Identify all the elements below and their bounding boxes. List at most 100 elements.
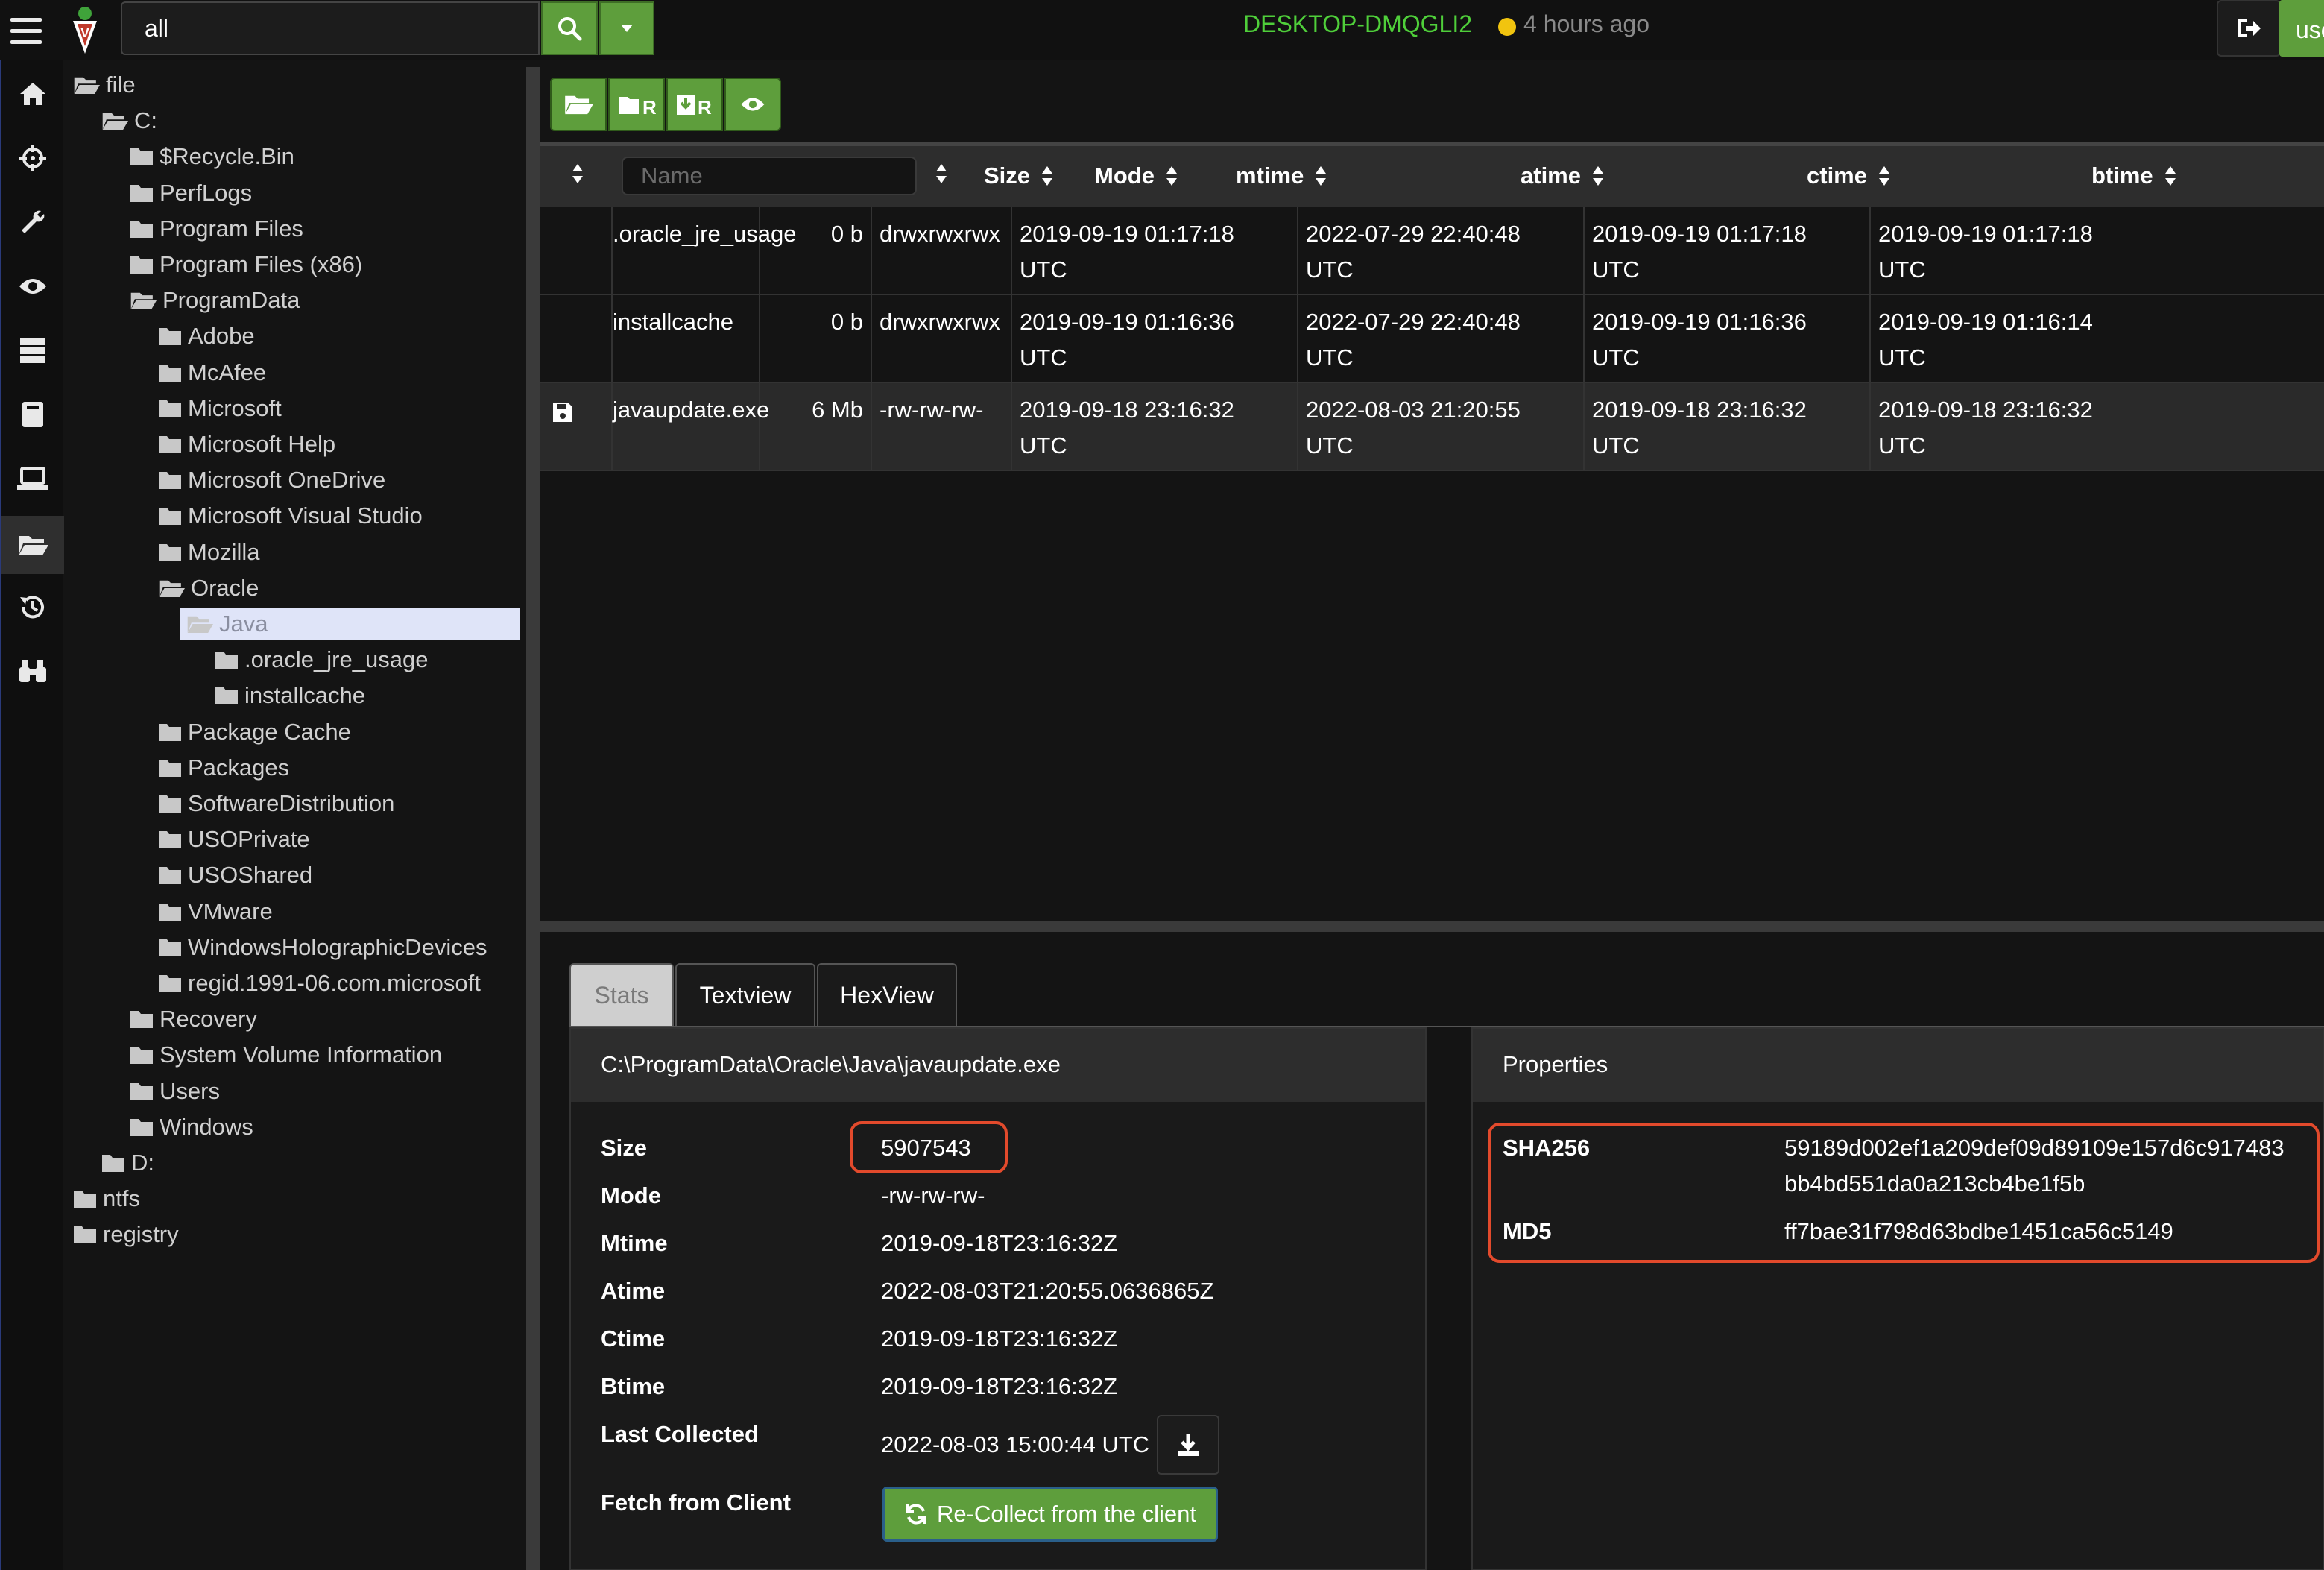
folder-icon: [130, 1119, 153, 1136]
tree-node[interactable]: file: [73, 69, 136, 101]
tree-node[interactable]: Microsoft: [158, 392, 282, 425]
stat-label-ctime: Ctime: [601, 1325, 666, 1352]
eye-icon[interactable]: [12, 265, 54, 307]
tree-node[interactable]: ntfs: [73, 1182, 140, 1215]
view-details-button[interactable]: [724, 78, 781, 131]
tree-node[interactable]: Program Files (x86): [130, 248, 362, 281]
btime-cell: 2019-09-18 23:16:32 UTC: [1871, 383, 2324, 470]
top-navbar: V DESKTOP-DMQGLI2 4 hours ago user: [0, 0, 2324, 60]
column-header-mode[interactable]: Mode: [1094, 163, 1178, 189]
stats-panel: C:\ProgramData\Oracle\Java\javaupdate.ex…: [569, 1027, 1427, 1570]
file-table-header: Size Mode mtime atime ctime btime: [540, 142, 2324, 207]
refresh-directory-button[interactable]: R: [608, 78, 665, 131]
recursive-download-button[interactable]: R: [666, 78, 723, 131]
panel-splitter[interactable]: [540, 921, 2324, 932]
atime-date: 2022-08-03 21:20:55: [1306, 397, 1521, 423]
table-row-selected[interactable]: javaupdate.exe 6 Mb -rw-rw-rw- 2019-09-1…: [540, 383, 2324, 471]
name-filter-input[interactable]: [622, 157, 917, 195]
tree-node[interactable]: WindowsHolographicDevices: [158, 931, 487, 964]
stat-label-atime: Atime: [601, 1278, 666, 1304]
sort-icon: [936, 164, 947, 183]
folder-open-icon[interactable]: [1, 516, 64, 574]
tree-node[interactable]: Microsoft Visual Studio: [158, 499, 423, 532]
tree-node[interactable]: Recovery: [130, 1003, 257, 1035]
tree-node-label: registry: [103, 1221, 179, 1247]
tree-node[interactable]: McAfee: [158, 356, 266, 389]
recollect-label: Re-Collect from the client: [936, 1501, 1196, 1527]
tree-node-label: Microsoft OneDrive: [188, 467, 386, 493]
sort-icon-column[interactable]: [571, 163, 584, 185]
recollect-button[interactable]: Re-Collect from the client: [882, 1487, 1218, 1542]
tree-node[interactable]: Users: [130, 1075, 220, 1108]
folder-open-icon: [74, 77, 100, 94]
caret-down-icon: [621, 25, 633, 32]
folder-icon: [130, 256, 153, 274]
tree-node-label: USOPrivate: [188, 826, 310, 852]
home-icon[interactable]: [12, 73, 54, 115]
tree-node[interactable]: Adobe: [158, 320, 255, 353]
sort-name-button[interactable]: [935, 163, 948, 185]
tree-node[interactable]: Windows: [130, 1111, 253, 1144]
md5-value: ff7bae31f798d63bdbe1451ca56c5149: [1784, 1218, 2173, 1244]
column-header-size[interactable]: Size: [984, 163, 1054, 189]
tree-splitter[interactable]: [526, 67, 540, 1570]
tree-node[interactable]: C:: [101, 104, 157, 137]
column-header-mtime[interactable]: mtime: [1236, 163, 1327, 189]
sign-out-icon: [2238, 19, 2261, 37]
tree-node[interactable]: .oracle_jre_usage: [215, 643, 428, 676]
download-button[interactable]: [1157, 1415, 1219, 1475]
tree-node[interactable]: Program Files: [130, 212, 303, 245]
tab-hexview[interactable]: HexView: [817, 963, 957, 1026]
book-icon[interactable]: [12, 394, 54, 435]
search-options-dropdown[interactable]: [599, 1, 654, 55]
tree-node[interactable]: Oracle: [158, 572, 259, 605]
tree-node[interactable]: Microsoft Help: [158, 428, 335, 461]
user-menu-button[interactable]: user: [2279, 0, 2324, 57]
tree-node[interactable]: VMware: [158, 895, 273, 928]
laptop-icon[interactable]: [12, 458, 54, 499]
search-input[interactable]: [121, 1, 540, 55]
column-header-btime[interactable]: btime: [2091, 163, 2177, 189]
open-folder-button[interactable]: [550, 78, 607, 131]
tree-node[interactable]: registry: [73, 1218, 179, 1251]
tree-node[interactable]: Packages: [158, 751, 289, 784]
tree-node[interactable]: USOPrivate: [158, 823, 310, 856]
tab-stats[interactable]: Stats: [569, 963, 674, 1026]
stat-value-btime: 2019-09-18T23:16:32Z: [881, 1373, 1118, 1399]
tree-node[interactable]: ProgramData: [130, 284, 300, 317]
history-icon[interactable]: [12, 586, 54, 628]
column-header-ctime[interactable]: ctime: [1807, 163, 1891, 189]
tree-node[interactable]: installcache: [215, 679, 365, 712]
sha256-label: SHA256: [1503, 1135, 1591, 1161]
tree-node[interactable]: Package Cache: [158, 716, 351, 748]
menu-icon[interactable]: [7, 15, 45, 48]
wrench-icon[interactable]: [12, 201, 54, 243]
client-hostname[interactable]: DESKTOP-DMQGLI2: [1243, 10, 1472, 38]
binoculars-icon[interactable]: [12, 650, 54, 692]
tab-textview[interactable]: Textview: [675, 963, 815, 1026]
sort-icon: [572, 164, 583, 183]
table-row[interactable]: installcache 0 b drwxrwxrwx 2019-09-19 0…: [540, 295, 2324, 383]
server-icon[interactable]: [12, 330, 54, 371]
tree-node[interactable]: $Recycle.Bin: [130, 140, 294, 173]
search-button[interactable]: [541, 1, 598, 55]
tree-node[interactable]: SoftwareDistribution: [158, 787, 394, 820]
stat-label-size: Size: [601, 1135, 648, 1161]
logout-button[interactable]: [2217, 0, 2281, 57]
column-header-atime[interactable]: atime: [1521, 163, 1605, 189]
properties-panel: Properties SHA256 59189d002ef1a209def09d…: [1471, 1027, 2324, 1570]
folder-icon: [130, 185, 153, 202]
crosshairs-icon[interactable]: [12, 137, 54, 179]
tree-node-label: Java: [219, 611, 268, 637]
tree-node[interactable]: regid.1991-06.com.microsoft: [158, 967, 481, 1000]
btime-tz: UTC: [1878, 432, 1926, 458]
tree-node[interactable]: USOShared: [158, 859, 312, 892]
tree-node[interactable]: D:: [101, 1147, 154, 1179]
tree-node[interactable]: Microsoft OneDrive: [158, 464, 385, 496]
tree-node[interactable]: System Volume Information: [130, 1038, 442, 1071]
table-row[interactable]: .oracle_jre_usage 0 b drwxrwxrwx 2019-09…: [540, 207, 2324, 295]
tree-node[interactable]: Java: [180, 608, 520, 640]
last-seen-text: 4 hours ago: [1523, 10, 1650, 37]
tree-node[interactable]: Mozilla: [158, 536, 259, 569]
tree-node[interactable]: PerfLogs: [130, 177, 252, 209]
